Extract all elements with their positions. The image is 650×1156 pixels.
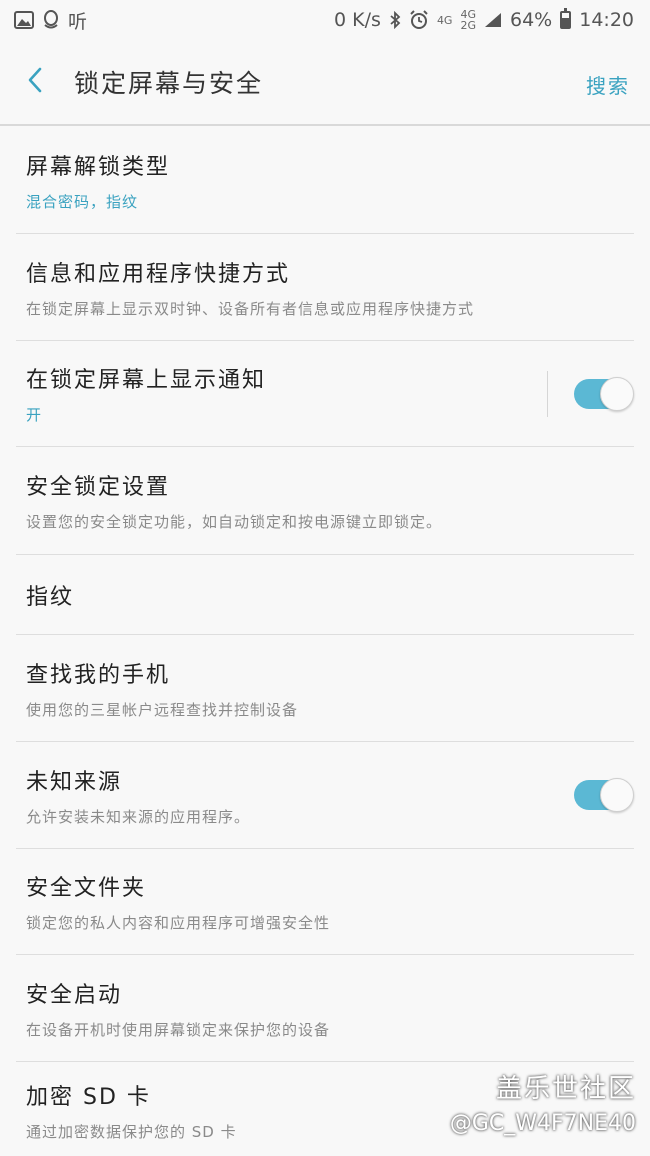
item-title: 屏幕解锁类型 (26, 155, 171, 180)
item-subtitle: 允许安装未知来源的应用程序。 (26, 807, 251, 826)
image-icon (14, 11, 34, 29)
item-secure-folder[interactable]: 安全文件夹 锁定您的私人内容和应用程序可增强安全性 (16, 849, 634, 955)
back-arrow-icon (27, 66, 43, 98)
clock: 14:20 (579, 9, 634, 31)
signal-label-b: 4G 2G (460, 9, 476, 31)
status-bar: 听 0 K/s 4G 4G 2G 64% 14:20 (0, 0, 650, 40)
search-button[interactable]: 搜索 (586, 70, 630, 99)
settings-list: 屏幕解锁类型 混合密码，指纹 信息和应用程序快捷方式 在锁定屏幕上显示双时钟、设… (0, 128, 650, 1156)
item-info-and-app-shortcuts[interactable]: 信息和应用程序快捷方式 在锁定屏幕上显示双时钟、设备所有者信息或应用程序快捷方式 (16, 234, 634, 341)
item-title: 安全文件夹 (26, 876, 147, 901)
toggle-knob (600, 778, 634, 812)
item-subtitle: 混合密码，指纹 (26, 193, 139, 211)
toggle-area (547, 341, 634, 446)
item-title: 信息和应用程序快捷方式 (26, 261, 291, 287)
item-fingerprint[interactable]: 指纹 (16, 555, 634, 635)
signal-icon (484, 12, 502, 28)
item-show-notifications-on-lock-screen[interactable]: 在锁定屏幕上显示通知 开 (16, 341, 634, 447)
item-title: 安全锁定设置 (26, 475, 171, 500)
status-left: 听 (14, 7, 87, 34)
app-bar: 锁定屏幕与安全 搜索 (0, 40, 650, 126)
net-speed: 0 K/s (334, 9, 381, 31)
battery-fill (562, 18, 570, 27)
item-subtitle: 在锁定屏幕上显示双时钟、设备所有者信息或应用程序快捷方式 (26, 299, 475, 318)
item-subtitle: 使用您的三星帐户远程查找并控制设备 (26, 700, 299, 719)
divider (547, 370, 548, 417)
battery-icon (560, 8, 572, 29)
toggle-knob (600, 376, 634, 411)
item-find-my-mobile[interactable]: 查找我的手机 使用您的三星帐户远程查找并控制设备 (16, 635, 634, 742)
notifications-toggle[interactable] (574, 376, 634, 411)
item-secure-lock-settings[interactable]: 安全锁定设置 设置您的安全锁定功能，如自动锁定和按电源键立即锁定。 (16, 447, 634, 555)
item-title: 安全启动 (26, 982, 123, 1008)
bluetooth-icon (389, 11, 401, 29)
page-title: 锁定屏幕与安全 (74, 69, 264, 98)
item-subtitle: 设置您的安全锁定功能，如自动锁定和按电源键立即锁定。 (26, 513, 443, 531)
item-title: 未知来源 (26, 769, 123, 795)
listen-indicator: 听 (68, 10, 88, 33)
item-secure-startup[interactable]: 安全启动 在设备开机时使用屏幕锁定来保护您的设备 (16, 955, 634, 1062)
battery-percent: 64% (510, 9, 553, 31)
watermark: 盖乐世社区 @GC_W4F7NE40 (450, 1068, 636, 1136)
qq-icon (42, 10, 60, 30)
signal-label-a: 4G (436, 13, 453, 27)
watermark-user: @GC_W4F7NE40 (449, 1111, 636, 1136)
item-screen-unlock-type[interactable]: 屏幕解锁类型 混合密码，指纹 (16, 128, 634, 234)
item-title: 指纹 (26, 584, 75, 610)
status-right: 0 K/s 4G 4G 2G 64% 14:20 (334, 8, 634, 31)
unknown-sources-toggle[interactable] (574, 778, 634, 812)
item-title: 查找我的手机 (26, 662, 171, 688)
back-button[interactable] (0, 39, 70, 125)
signal-label-b-bottom: 2G (460, 19, 476, 32)
watermark-community: 盖乐世社区 (495, 1074, 636, 1104)
alarm-icon (409, 10, 429, 30)
item-subtitle: 锁定您的私人内容和应用程序可增强安全性 (26, 914, 331, 932)
toggle-area (574, 742, 634, 848)
item-unknown-sources[interactable]: 未知来源 允许安装未知来源的应用程序。 (16, 742, 634, 849)
item-subtitle: 在设备开机时使用屏幕锁定来保护您的设备 (26, 1020, 331, 1039)
item-subtitle: 开 (26, 406, 43, 424)
item-title: 在锁定屏幕上显示通知 (26, 368, 267, 393)
